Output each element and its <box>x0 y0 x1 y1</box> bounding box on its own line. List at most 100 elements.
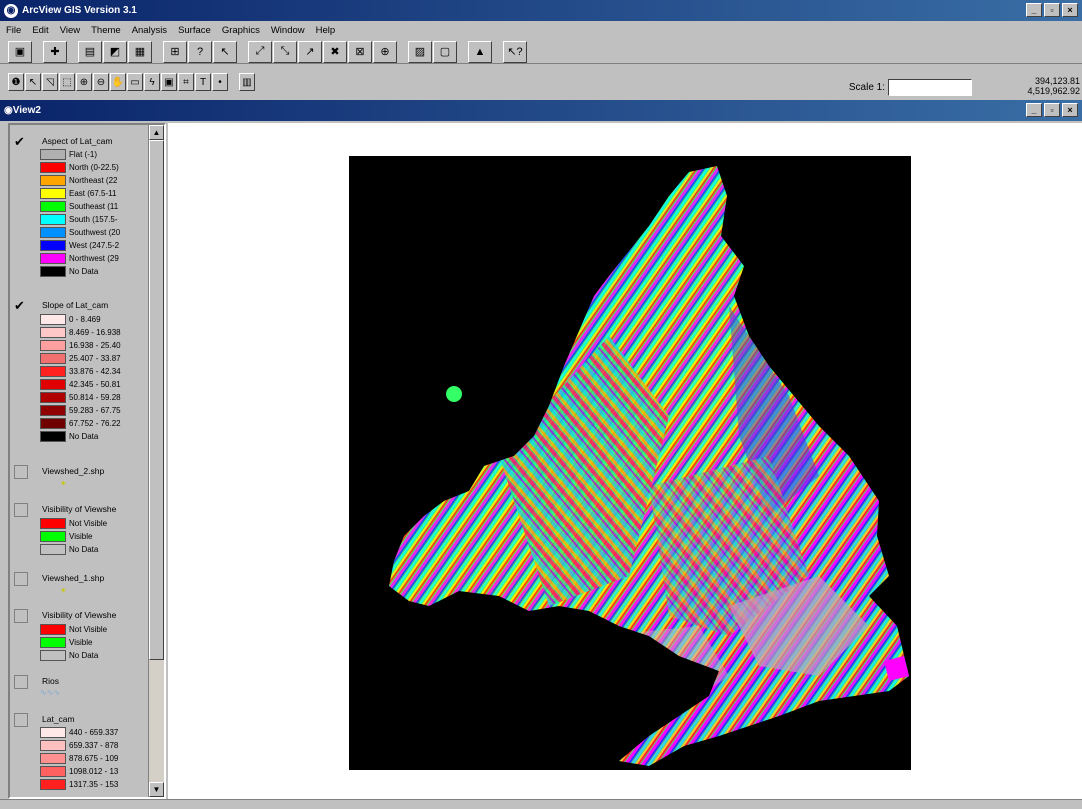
toc-scrollbar[interactable]: ▲ ▼ <box>148 125 164 797</box>
label-tool[interactable]: ⌗ <box>178 73 194 91</box>
measure-tool[interactable]: ▭ <box>127 73 143 91</box>
menu-file[interactable]: File <box>6 25 21 36</box>
legend-item: 659.337 - 878 <box>40 739 149 751</box>
theme-visibility-checkbox[interactable] <box>14 572 28 586</box>
legend-item: 25.407 - 33.87 <box>40 352 149 364</box>
find-button[interactable]: ⊞ <box>163 40 187 63</box>
view-icon: ◉ <box>4 105 13 116</box>
scroll-thumb[interactable] <box>149 140 164 660</box>
query-icon: ? <box>196 45 204 58</box>
legend-label: 878.675 - 109 <box>69 753 119 763</box>
theme-visible-checkmark-icon[interactable]: ✔ <box>14 135 28 149</box>
legend-item: 59.283 - 67.75 <box>40 404 149 416</box>
select-feature-tool[interactable]: ⬚ <box>59 73 75 91</box>
zoom-in-tool[interactable]: ⊕ <box>76 73 92 91</box>
legend-item: 1317.35 - 153 <box>40 778 149 790</box>
legend-label: Not Visible <box>69 518 108 528</box>
identify-tool[interactable]: ❶ <box>8 73 24 91</box>
surface-contour-tool[interactable]: ▥ <box>239 73 255 91</box>
legend-item: Not Visible <box>40 517 149 529</box>
help-button[interactable]: ↖? <box>503 40 527 63</box>
legend-swatch <box>40 365 66 377</box>
save-icon: ▣ <box>14 46 26 58</box>
theme-visibility-checkbox[interactable] <box>14 465 28 479</box>
draw-point-tool[interactable]: • <box>212 73 228 91</box>
scroll-down-arrow-icon[interactable]: ▼ <box>149 782 164 797</box>
clear-selection-button[interactable]: ▢ <box>433 40 457 63</box>
legend-item: 16.938 - 25.40 <box>40 339 149 351</box>
legend-swatch <box>40 752 66 764</box>
menu-theme[interactable]: Theme <box>91 25 121 36</box>
menu-graphics[interactable]: Graphics <box>222 25 260 36</box>
view-maximize-button[interactable]: ▫ <box>1044 103 1060 117</box>
view-minimize-button[interactable]: _ <box>1026 103 1042 117</box>
aspect-map <box>389 166 909 766</box>
zoom-in-icon: ✖ <box>330 46 340 58</box>
legend-item: Visible <box>40 636 149 648</box>
zoom-active-themes-button[interactable]: ⤡ <box>273 40 297 63</box>
edit-legend-button[interactable]: ◩ <box>103 40 127 63</box>
legend-label: 59.283 - 67.75 <box>69 405 121 415</box>
legend-swatch <box>40 187 66 199</box>
menu-analysis[interactable]: Analysis <box>132 25 167 36</box>
theme-visibility-checkbox[interactable] <box>14 609 28 623</box>
add-theme-button[interactable]: ✚ <box>43 40 67 63</box>
label-icon: ⌗ <box>183 76 189 88</box>
text-tool[interactable]: T <box>195 73 211 91</box>
scroll-up-arrow-icon[interactable]: ▲ <box>149 125 164 140</box>
legend-item: 440 - 659.337 <box>40 726 149 738</box>
theme-properties-button[interactable]: ▤ <box>78 40 102 63</box>
zoom-out-button[interactable]: ⊠ <box>348 40 372 63</box>
coord-x: 394,123.81 <box>1034 76 1080 86</box>
zoom-full-extent-button[interactable]: ⤢ <box>248 40 272 63</box>
menu-help[interactable]: Help <box>316 25 336 36</box>
legend-label: 67.752 - 76.22 <box>69 418 121 428</box>
zoom-extent-icon: ⤢ <box>255 45 265 57</box>
view-close-button[interactable]: × <box>1062 103 1078 117</box>
open-attribute-table-button[interactable]: ▦ <box>128 40 152 63</box>
hotlink-tool[interactable]: ϟ <box>144 73 160 91</box>
legend-label: 33.876 - 42.34 <box>69 366 121 376</box>
zoom-in-button[interactable]: ✖ <box>323 40 347 63</box>
minimize-button[interactable]: _ <box>1026 3 1042 17</box>
zoom-previous-icon: ⊕ <box>380 46 390 58</box>
select-features-button[interactable]: ▨ <box>408 40 432 63</box>
zoom-out-tool[interactable]: ⊖ <box>93 73 109 91</box>
map-display[interactable] <box>168 123 1082 799</box>
theme-visibility-checkbox[interactable] <box>14 713 28 727</box>
legend-item: Northeast (22 <box>40 174 149 186</box>
theme-name: Lat_cam <box>42 714 75 724</box>
theme-visible-checkmark-icon[interactable]: ✔ <box>14 299 28 313</box>
table-of-contents[interactable]: ✔ Aspect of Lat_cam Flat (-1) North (0-2… <box>8 123 166 799</box>
pointer-tool[interactable]: ↖ <box>25 73 41 91</box>
legend-label: No Data <box>69 266 99 276</box>
menu-view[interactable]: View <box>60 25 80 36</box>
query-builder-button[interactable]: ? <box>188 40 212 63</box>
zoom-selected-button[interactable]: ↗ <box>298 40 322 63</box>
menu-surface[interactable]: Surface <box>178 25 211 36</box>
save-project-button[interactable]: ▣ <box>8 40 32 63</box>
close-button[interactable]: × <box>1062 3 1078 17</box>
vertex-edit-tool[interactable]: ◹ <box>42 73 58 91</box>
theme-visibility-checkbox[interactable] <box>14 503 28 517</box>
legend-swatch <box>40 404 66 416</box>
zoom-previous-button[interactable]: ⊕ <box>373 40 397 63</box>
legend-item: 50.814 - 59.28 <box>40 391 149 403</box>
theme-visibility-checkbox[interactable] <box>14 675 28 689</box>
menu-window[interactable]: Window <box>271 25 305 36</box>
locate-button[interactable]: ↖ <box>213 40 237 63</box>
legend-swatch <box>40 252 66 264</box>
pan-tool[interactable]: ✋ <box>110 73 126 91</box>
legend-label: 16.938 - 25.40 <box>69 340 121 350</box>
scale-input[interactable] <box>888 79 972 96</box>
layout-button[interactable]: ▲ <box>468 40 492 63</box>
menu-edit[interactable]: Edit <box>32 25 48 36</box>
area-of-interest-tool[interactable]: ▣ <box>161 73 177 91</box>
zoom-active-icon: ⤡ <box>280 45 290 57</box>
help-icon: ↖? <box>507 46 523 58</box>
draw-point-icon: • <box>218 76 222 88</box>
legend-item: Northwest (29 <box>40 252 149 264</box>
select-features-icon: ▨ <box>414 46 426 58</box>
maximize-button[interactable]: ▫ <box>1044 3 1060 17</box>
legend-item: Visible <box>40 530 149 542</box>
